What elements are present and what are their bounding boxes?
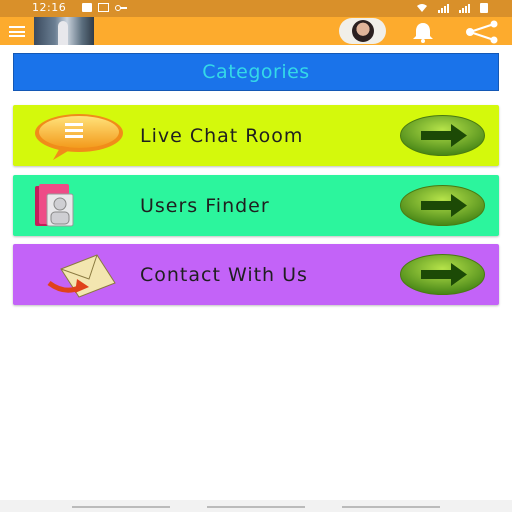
arrow-right-icon[interactable]	[399, 184, 486, 227]
arrow-right-icon[interactable]	[399, 114, 486, 157]
chat-bubble-icon	[35, 114, 123, 160]
arrow-right-icon[interactable]	[399, 253, 486, 296]
hamburger-menu-icon[interactable]	[9, 26, 25, 37]
status-bar: 12:16	[0, 0, 512, 17]
contact-with-us-label: Contact With Us	[140, 263, 308, 286]
nav-hint-center[interactable]	[207, 506, 305, 508]
battery-icon	[480, 3, 488, 13]
mail-envelope-icon	[47, 254, 116, 298]
header-photo	[34, 17, 94, 45]
bell-icon[interactable]	[410, 21, 436, 43]
app-bar	[0, 17, 512, 45]
nav-hint-left[interactable]	[72, 506, 170, 508]
key-icon	[115, 4, 127, 11]
status-time: 12:16	[32, 1, 67, 14]
status-left-icons	[82, 3, 127, 12]
users-finder-label: Users Finder	[140, 194, 270, 217]
user-folder-icon	[35, 184, 74, 227]
signal-icon	[459, 3, 470, 13]
share-icon[interactable]	[462, 20, 502, 44]
signal-icon	[438, 3, 449, 13]
live-chat-room-label: Live Chat Room	[140, 124, 304, 147]
wifi-icon	[417, 4, 427, 12]
notification-square-icon	[82, 3, 92, 12]
users-finder-button[interactable]: Users Finder	[13, 175, 499, 236]
bottom-nav-bar	[0, 500, 512, 512]
status-right-icons	[416, 3, 488, 13]
categories-header: Categories	[13, 53, 499, 91]
avatar[interactable]	[339, 18, 386, 44]
nav-hint-right[interactable]	[342, 506, 440, 508]
image-icon	[98, 3, 109, 12]
contact-with-us-button[interactable]: Contact With Us	[13, 244, 499, 305]
live-chat-room-button[interactable]: Live Chat Room	[13, 105, 499, 166]
